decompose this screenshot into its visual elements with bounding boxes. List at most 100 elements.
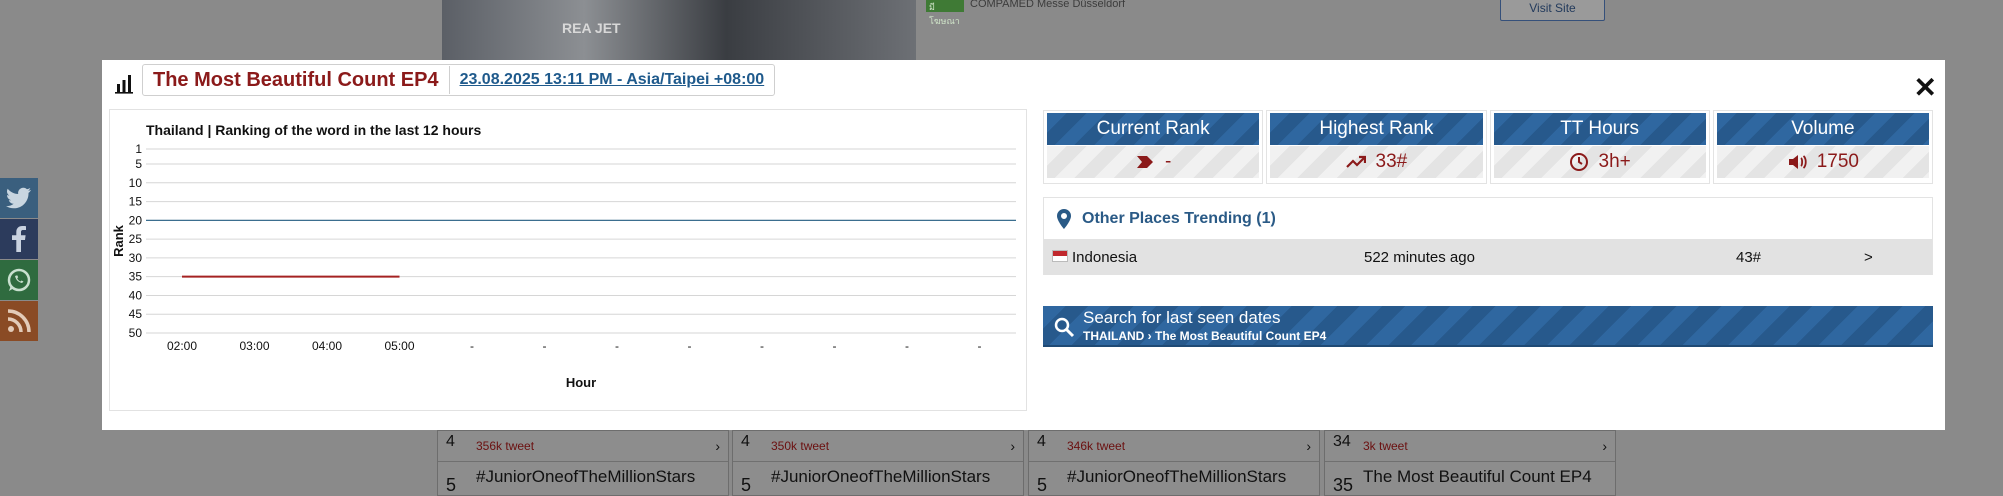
x-tick-label: - xyxy=(543,339,547,353)
stat-value-box: - xyxy=(1047,146,1260,178)
x-tick-label: 04:00 xyxy=(312,339,342,353)
stat-value: - xyxy=(1164,151,1172,172)
card-tweets: 356k tweet xyxy=(476,439,535,453)
whatsapp-icon[interactable] xyxy=(0,260,38,300)
y-tick-label: 45 xyxy=(129,307,143,321)
ad-photo: REA JET xyxy=(442,0,916,60)
x-tick-label: - xyxy=(833,339,837,353)
card-tweets: 350k tweet xyxy=(771,439,830,453)
y-tick-label: 20 xyxy=(129,213,143,227)
x-tick-label: - xyxy=(905,339,909,353)
chevron-right-icon: › xyxy=(1306,438,1311,454)
card-rank: 4 xyxy=(1037,433,1046,450)
stat-label: Highest Rank xyxy=(1270,113,1483,145)
ad-tag: มีโฆษณา xyxy=(926,0,964,26)
stat-label: Current Rank xyxy=(1047,113,1260,145)
stat-value: 33# xyxy=(1375,151,1408,172)
place-country: Indonesia xyxy=(1072,248,1138,266)
modal-header: The Most Beautiful Count EP4 23.08.2025 … xyxy=(142,64,776,96)
card-rank: 5 xyxy=(1037,475,1048,495)
x-tick-label: - xyxy=(688,339,692,353)
y-tick-label: 1 xyxy=(135,142,142,156)
trend-modal: The Most Beautiful Count EP4 23.08.2025 … xyxy=(102,60,1945,430)
stat-value: 1750 xyxy=(1816,151,1860,172)
place-time: 522 minutes ago xyxy=(1364,248,1475,266)
card-rank: 35 xyxy=(1333,475,1354,495)
chevron-right-icon: › xyxy=(1010,438,1015,454)
trend-card[interactable]: 4 346k tweet › 5 #JuniorOneofTheMillionS… xyxy=(1028,430,1320,496)
other-places-title: Other Places Trending (1) xyxy=(1082,209,1276,227)
chevron-right-icon: › xyxy=(1602,438,1607,454)
card-tag[interactable]: The Most Beautiful Count EP4 xyxy=(1363,467,1592,487)
other-places-panel: Other Places Trending (1) Indonesia 522 … xyxy=(1043,197,1933,275)
y-tick-label: 25 xyxy=(129,232,143,246)
y-tick-label: 40 xyxy=(129,288,143,302)
ad-photo-text: REA JET xyxy=(562,20,621,36)
stat-value: 3h+ xyxy=(1598,151,1631,172)
y-tick-label: 35 xyxy=(129,270,143,284)
card-rank: 4 xyxy=(741,433,750,450)
tag-icon xyxy=(1136,156,1153,168)
chart-canvas: 15 10 15 20 25 30 35 40 45 50 02:00 03:00 04:00 05:00… xyxy=(111,142,1016,390)
place-row[interactable]: Indonesia 522 minutes ago 43# > xyxy=(1044,239,1932,275)
card-rank: 34 xyxy=(1333,433,1351,450)
x-tick-label: - xyxy=(615,339,619,353)
close-button[interactable]: ✕ xyxy=(1914,74,1937,102)
card-tag[interactable]: #JuniorOneofTheMillionStars xyxy=(476,467,695,487)
x-tick-label: - xyxy=(760,339,764,353)
x-tick-label: 03:00 xyxy=(239,339,269,353)
stat-label: TT Hours xyxy=(1493,113,1706,145)
breadcrumb: THAILAND › The Most Beautiful Count EP4 xyxy=(1083,329,1327,343)
x-tick-label: 02:00 xyxy=(167,339,197,353)
datetime-link[interactable]: 23.08.2025 13:11 PM - Asia/Taipei +08:00 xyxy=(450,71,775,89)
y-tick-label: 15 xyxy=(129,195,143,209)
trend-card[interactable]: 4 350k tweet › 5 #JuniorOneofTheMillionS… xyxy=(732,430,1024,496)
chevron-right-icon: › xyxy=(715,438,720,454)
y-tick-label: 30 xyxy=(129,251,143,265)
card-rank: 5 xyxy=(741,475,752,495)
card-tag[interactable]: #JuniorOneofTheMillionStars xyxy=(1067,467,1286,487)
stat-volume: Volume 1750 xyxy=(1712,110,1933,184)
rss-icon[interactable] xyxy=(0,301,38,341)
visit-site-button[interactable]: Visit Site xyxy=(1500,0,1605,21)
trend-card[interactable]: 34 3k tweet › 35 The Most Beautiful Coun… xyxy=(1324,430,1616,496)
search-title: Search for last seen dates xyxy=(1083,308,1281,327)
clock-icon xyxy=(1569,153,1588,171)
modal-title: The Most Beautiful Count EP4 xyxy=(153,69,439,91)
card-rank: 5 xyxy=(446,475,457,495)
place-arrow[interactable]: > xyxy=(1864,249,1873,266)
x-axis-label: Hour xyxy=(566,375,596,390)
stat-value-box: 33# xyxy=(1270,146,1483,178)
trend-card[interactable]: 4 356k tweet › 5 #JuniorOneofTheMillionS… xyxy=(437,430,729,496)
trending-up-icon xyxy=(1345,155,1366,168)
flag-icon xyxy=(1052,250,1068,262)
y-tick-label: 5 xyxy=(135,157,142,171)
stat-value-box: 3h+ xyxy=(1493,146,1706,178)
map-pin-icon xyxy=(1057,208,1071,229)
stat-highest-rank: Highest Rank 33# xyxy=(1266,110,1487,184)
x-tick-label: 05:00 xyxy=(384,339,414,353)
y-tick-label: 50 xyxy=(129,326,143,340)
stats-row: Current Rank - Highest Rank 33# TT Hours… xyxy=(1043,110,1933,184)
rank-chart: Thailand | Ranking of the word in the la… xyxy=(109,109,1027,411)
stat-value-box: 1750 xyxy=(1716,146,1929,178)
stat-label: Volume xyxy=(1716,113,1929,145)
card-tweets: 346k tweet xyxy=(1067,439,1126,453)
bar-chart-icon xyxy=(115,75,133,94)
twitter-icon[interactable] xyxy=(0,178,38,218)
x-tick-label: - xyxy=(470,339,474,353)
y-axis-label: Rank xyxy=(111,224,126,257)
stat-tt-hours: TT Hours 3h+ xyxy=(1489,110,1710,184)
card-rank: 4 xyxy=(446,433,455,450)
search-icon xyxy=(1054,317,1075,338)
speaker-icon xyxy=(1788,155,1807,169)
facebook-icon[interactable] xyxy=(0,219,38,259)
card-tag[interactable]: #JuniorOneofTheMillionStars xyxy=(771,467,990,487)
search-last-seen-button[interactable]: Search for last seen dates THAILAND › Th… xyxy=(1043,306,1933,347)
ad-text: COMPAMED Messe Düsseldorf xyxy=(970,0,1126,10)
other-places-header: Other Places Trending (1) xyxy=(1044,198,1932,239)
place-rank: 43# xyxy=(1736,248,1762,266)
y-tick-label: 10 xyxy=(129,176,143,190)
stat-current-rank: Current Rank - xyxy=(1043,110,1264,184)
x-tick-label: - xyxy=(978,339,982,353)
